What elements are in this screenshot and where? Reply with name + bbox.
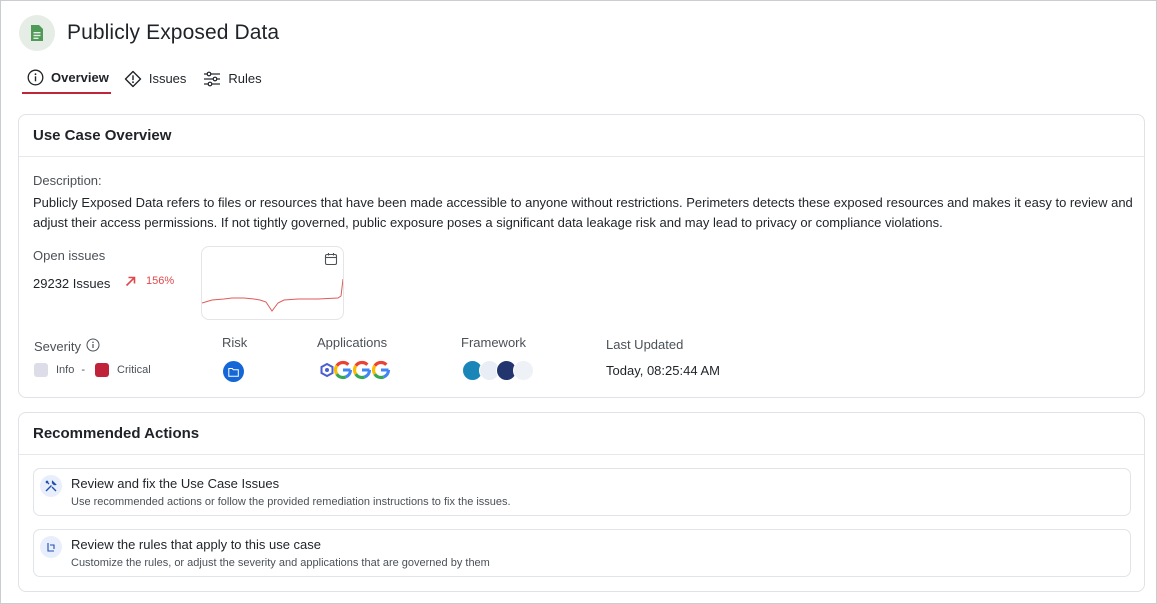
info-circle-icon[interactable]	[86, 338, 100, 355]
issues-sparkline[interactable]	[201, 246, 344, 320]
description-label: Description:	[33, 173, 102, 188]
severity-info-swatch	[34, 363, 48, 377]
severity-separator: -	[81, 364, 86, 376]
action-title: Review the rules that apply to this use …	[71, 537, 322, 552]
tab-label: Overview	[51, 70, 109, 85]
tab-bar: Overview Issues Rules	[22, 63, 275, 96]
trend-up-arrow-icon	[125, 276, 136, 286]
severity-label: Severity	[34, 338, 100, 355]
issues-trend: 156%	[125, 275, 174, 287]
tab-label: Rules	[228, 71, 262, 86]
document-icon	[19, 15, 55, 51]
sliders-icon	[203, 70, 221, 88]
trend-percent: 156%	[146, 275, 175, 287]
action-subtitle: Customize the rules, or adjust the sever…	[71, 557, 490, 569]
severity-min: Info	[56, 364, 75, 376]
rules-icon	[40, 536, 62, 558]
last-updated-label: Last Updated	[606, 337, 684, 352]
google-icon	[371, 360, 391, 380]
tab-rules[interactable]: Rules	[199, 63, 265, 94]
severity-max: Critical	[117, 364, 151, 376]
applications-label: Applications	[317, 335, 388, 350]
review-fix-issues-action[interactable]: Review and fix the Use Case Issues Use r…	[33, 468, 1131, 516]
risk-folder-icon	[223, 361, 244, 382]
framework-badges	[462, 360, 534, 381]
card-title: Use Case Overview	[19, 115, 1144, 157]
app-window: Publicly Exposed Data Overview Issues Ru…	[0, 0, 1157, 604]
framework-label: Framework	[461, 335, 527, 350]
sparkline-line	[202, 278, 343, 312]
risk-label: Risk	[222, 335, 248, 350]
action-title: Review and fix the Use Case Issues	[71, 476, 280, 491]
warning-diamond-icon	[124, 70, 142, 88]
use-case-overview-card: Use Case Overview Description: Publicly …	[18, 114, 1145, 398]
description-text: Publicly Exposed Data refers to files or…	[33, 195, 1133, 230]
card-title: Recommended Actions	[19, 413, 1144, 455]
tab-overview[interactable]: Overview	[22, 63, 111, 94]
page-header: Publicly Exposed Data	[19, 15, 279, 51]
open-issues-label: Open issues	[33, 248, 106, 263]
tools-icon	[40, 475, 62, 497]
severity-critical-swatch	[95, 363, 110, 377]
tab-label: Issues	[148, 71, 187, 86]
review-rules-action[interactable]: Review the rules that apply to this use …	[33, 529, 1131, 577]
severity-range: Info - Critical	[34, 363, 151, 377]
info-circle-icon	[26, 69, 44, 87]
last-updated-value: Today, 08:25:44 AM	[606, 363, 720, 378]
open-issues-count: 29232 Issues	[33, 276, 111, 291]
page-title: Publicly Exposed Data	[67, 21, 280, 44]
recommended-actions-card: Recommended Actions Review and fix the U…	[18, 412, 1145, 592]
framework-cis-badge	[513, 360, 534, 381]
action-subtitle: Use recommended actions or follow the pr…	[71, 496, 511, 508]
applications-icons	[319, 359, 391, 381]
tab-issues[interactable]: Issues	[120, 63, 191, 94]
